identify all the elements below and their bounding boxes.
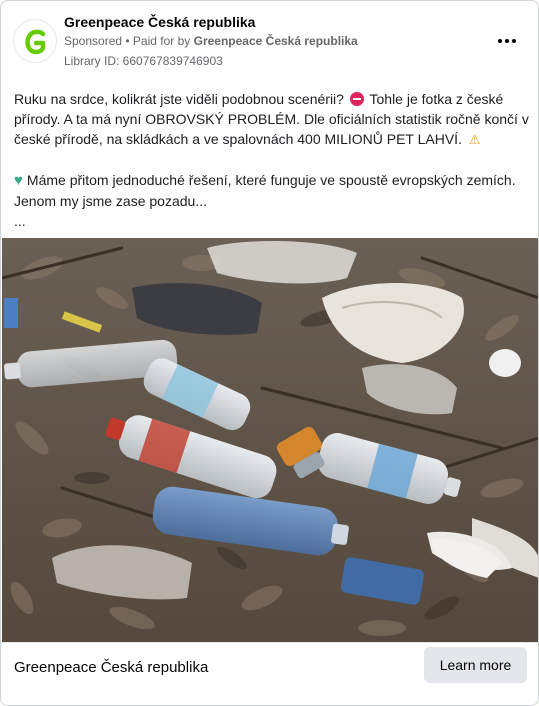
ad-card: Greenpeace Česká republika Sponsored • P…	[0, 0, 539, 706]
ad-footer: Greenpeace Česká republika Learn more	[1, 642, 538, 705]
more-options-icon	[498, 39, 502, 43]
learn-more-button[interactable]: Learn more	[424, 647, 527, 683]
advertiser-name[interactable]: Greenpeace Česká republika	[64, 14, 255, 30]
advertiser-avatar[interactable]	[13, 19, 57, 63]
plastic-litter-photo	[2, 238, 538, 642]
library-id: Library ID: 660767839746903	[64, 54, 223, 68]
more-options-button[interactable]	[494, 30, 520, 52]
ad-header: Greenpeace Česká republika Sponsored • P…	[1, 1, 538, 79]
more-options-icon	[512, 39, 516, 43]
body-paragraph-1: Ruku na srdce, kolikrát jste viděli podo…	[14, 89, 529, 150]
greenpeace-logo-icon	[25, 29, 46, 55]
more-options-icon	[505, 39, 509, 43]
body-text-part: Máme přitom jednoduché řešení, které fun…	[14, 172, 516, 209]
sponsored-label: Sponsored	[64, 34, 123, 48]
see-more-ellipsis[interactable]: ...	[14, 211, 529, 231]
paid-for-prefix: Paid for by	[132, 34, 194, 48]
warning-emoji-icon: ⚠	[468, 132, 481, 147]
ad-image[interactable]	[2, 238, 538, 642]
meta-separator: •	[122, 34, 133, 48]
ad-body-text: Ruku na srdce, kolikrát jste viděli podo…	[14, 89, 529, 231]
body-text-part: Ruku na srdce, kolikrát jste viděli podo…	[14, 91, 344, 107]
sponsored-meta: Sponsored • Paid for by Greenpeace Česká…	[64, 34, 358, 48]
no-entry-emoji-icon	[349, 92, 364, 106]
green-heart-emoji-icon: ♥	[14, 172, 23, 189]
body-paragraph-2: ♥ Máme přitom jednoduché řešení, které fu…	[14, 170, 529, 211]
paid-for-name: Greenpeace Česká republika	[193, 34, 358, 48]
footer-advertiser-name[interactable]: Greenpeace Česká republika	[14, 659, 208, 676]
